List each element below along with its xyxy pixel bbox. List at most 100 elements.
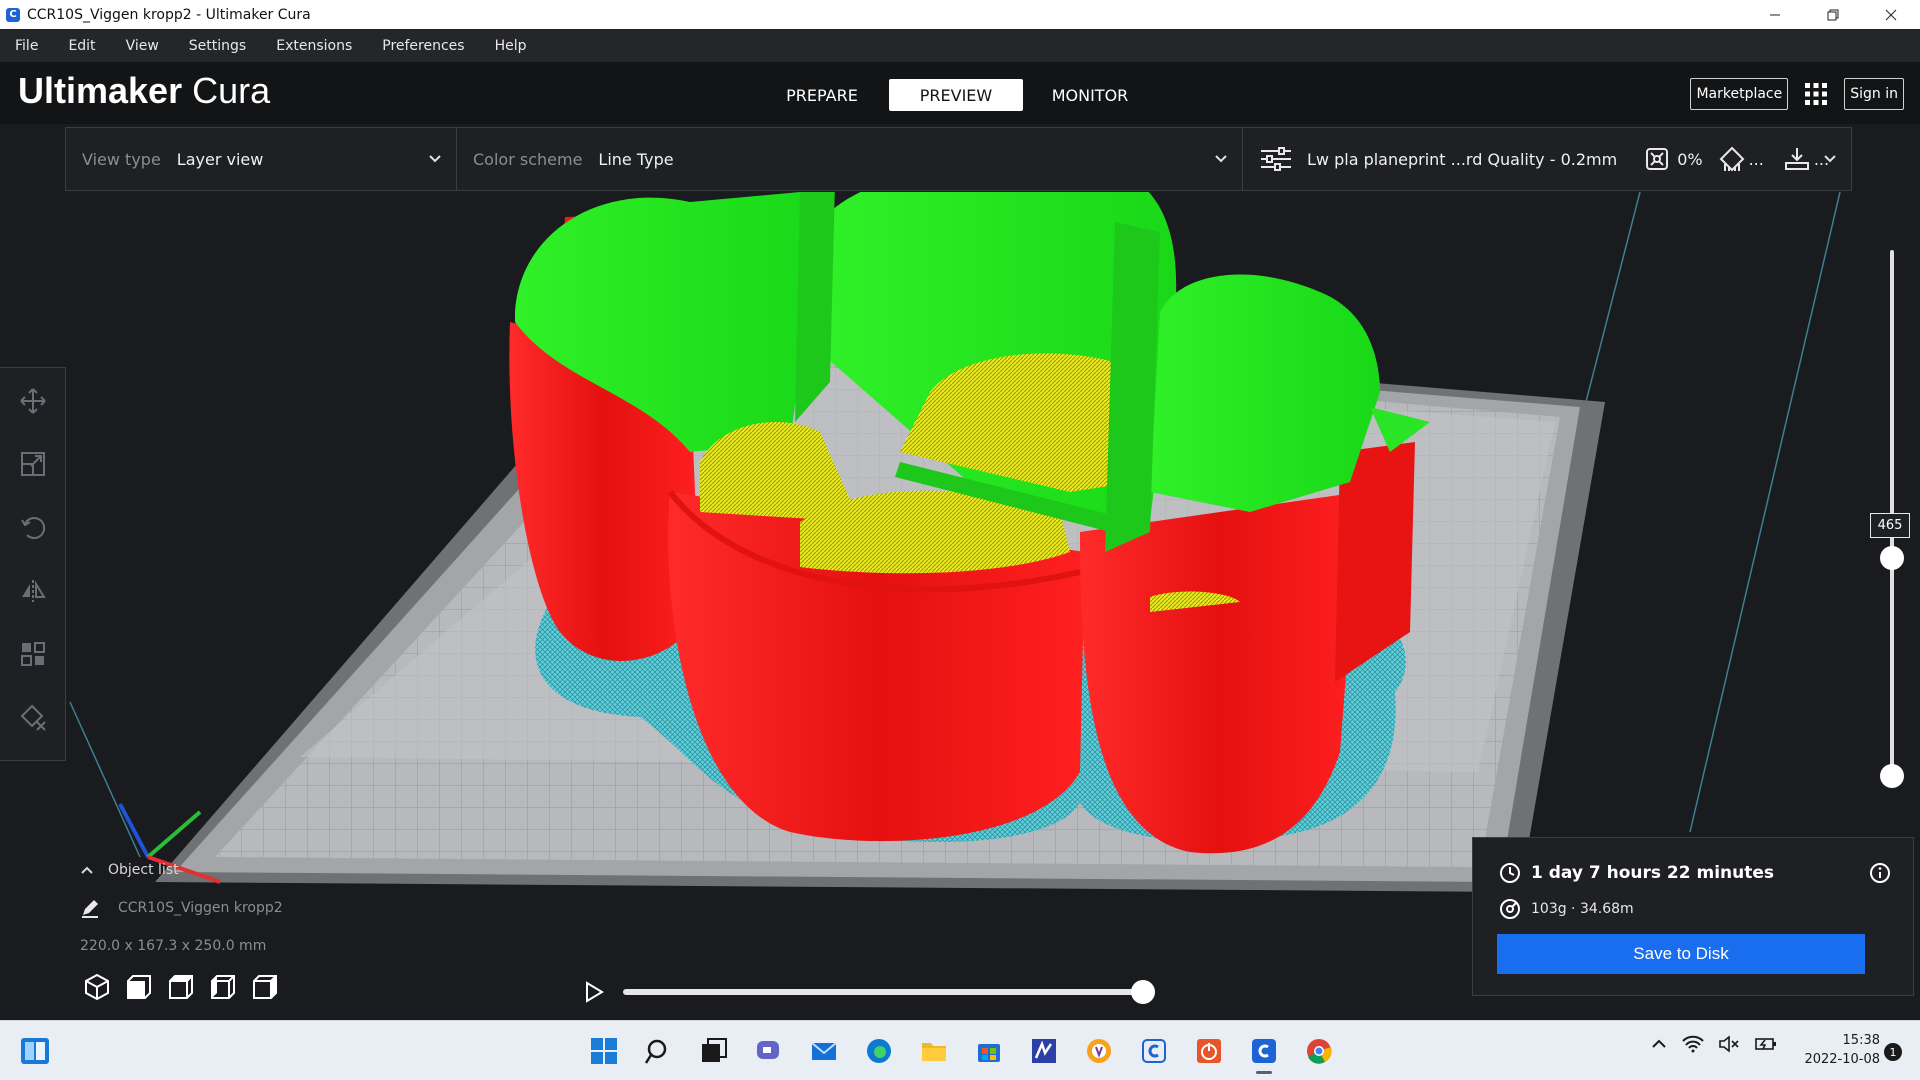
print-settings-selector[interactable]: Lw pla planeprint ...rd Quality - 0.2mm … — [1243, 128, 1851, 190]
color-scheme-dropdown[interactable]: Color scheme Line Type — [457, 128, 1243, 190]
search-icon — [645, 1039, 667, 1064]
location-app-button[interactable] — [1079, 1031, 1119, 1071]
menu-settings[interactable]: Settings — [178, 38, 257, 54]
marketplace-button[interactable]: Marketplace — [1690, 78, 1789, 110]
store-button[interactable] — [969, 1031, 1009, 1071]
brand-logo: Ultimaker Cura — [18, 70, 270, 112]
windows-taskbar: 15:38 2022-10-08 1 — [0, 1020, 1920, 1080]
window-title: CCR10S_Viggen kropp2 - Ultimaker Cura — [27, 6, 311, 23]
pencil-icon — [82, 900, 98, 918]
window-controls — [1746, 0, 1920, 29]
menu-help[interactable]: Help — [484, 38, 538, 54]
folder-icon — [922, 1043, 946, 1061]
view-top-button[interactable] — [166, 972, 196, 1002]
widgets-button[interactable] — [20, 1037, 50, 1069]
menu-preferences[interactable]: Preferences — [371, 38, 475, 54]
notification-badge[interactable]: 1 — [1884, 1043, 1902, 1061]
menu-extensions[interactable]: Extensions — [265, 38, 363, 54]
object-list-toggle[interactable]: Object list — [80, 862, 283, 878]
close-button[interactable] — [1862, 0, 1920, 29]
cura-blue-button[interactable] — [1134, 1031, 1174, 1071]
tab-preview[interactable]: PREVIEW — [889, 79, 1023, 111]
preview-toolbar: View type Layer view Color scheme Line T… — [65, 127, 1852, 191]
sign-in-button[interactable]: Sign in — [1844, 78, 1904, 110]
infill-percentage: 0% — [1677, 149, 1703, 169]
apps-grid-icon — [1805, 83, 1828, 105]
simulation-handle[interactable] — [1131, 980, 1155, 1004]
apps-grid-button[interactable] — [1798, 78, 1834, 110]
current-layer-input[interactable]: 465 — [1870, 513, 1910, 538]
wifi-icon[interactable] — [1682, 1035, 1704, 1053]
cube-3d-icon — [85, 973, 109, 1001]
menu-file[interactable]: File — [4, 38, 49, 54]
widgets-icon — [21, 1038, 49, 1064]
tray-chevron-up-icon[interactable] — [1650, 1035, 1668, 1053]
scale-tool-button[interactable] — [11, 443, 55, 485]
material-usage: 103g · 34.68m — [1531, 901, 1634, 917]
info-icon[interactable] — [1869, 862, 1891, 884]
battery-charging-icon[interactable] — [1754, 1035, 1778, 1053]
edge-button[interactable] — [859, 1031, 899, 1071]
taskbar-apps — [584, 1031, 1339, 1074]
clock-icon — [1500, 863, 1520, 883]
start-button[interactable] — [584, 1031, 624, 1071]
mirror-icon — [21, 580, 46, 603]
layer-slider-upper-handle[interactable] — [1880, 546, 1904, 570]
task-view-button[interactable] — [694, 1031, 734, 1071]
object-dimensions: 220.0 x 167.3 x 250.0 mm — [80, 938, 267, 954]
object-name: CCR10S_Viggen kropp2 — [118, 900, 283, 916]
minimize-button[interactable] — [1746, 0, 1804, 29]
cube-right-icon — [253, 975, 277, 999]
support-blocker-button[interactable] — [11, 697, 55, 739]
cube-front-icon — [127, 975, 151, 999]
cura-taskbar-button[interactable] — [1244, 1031, 1284, 1074]
simulation-player — [583, 978, 1163, 1006]
tab-monitor[interactable]: MONITOR — [1023, 79, 1157, 111]
search-button[interactable] — [639, 1031, 679, 1071]
app-header: Ultimaker Cura PREPARE PREVIEW MONITOR Ma… — [0, 62, 1920, 124]
object-list-panel: Object list CCR10S_Viggen kropp2 220.0 x… — [80, 862, 283, 954]
menu-view[interactable]: View — [115, 38, 170, 54]
view-3d-button[interactable] — [82, 972, 112, 1002]
color-scheme-value: Line Type — [598, 149, 674, 169]
chrome-button[interactable] — [1299, 1031, 1339, 1071]
mirror-tool-button[interactable] — [11, 570, 55, 612]
taskbar-clock[interactable]: 15:38 2022-10-08 — [1804, 1031, 1880, 1069]
chrome-icon — [1307, 1039, 1332, 1064]
view-front-button[interactable] — [124, 972, 154, 1002]
clock-time: 15:38 — [1842, 1033, 1880, 1048]
object-name-row[interactable]: CCR10S_Viggen kropp2 — [80, 898, 283, 918]
power-app-button[interactable] — [1189, 1031, 1229, 1071]
layer-slider-lower-handle[interactable] — [1880, 764, 1904, 788]
mail-button[interactable] — [804, 1031, 844, 1071]
cube-top-icon — [169, 975, 193, 999]
restore-button[interactable] — [1804, 0, 1862, 29]
cura-icon — [1252, 1039, 1276, 1063]
file-explorer-button[interactable] — [914, 1031, 954, 1071]
teams-chat-button[interactable] — [749, 1031, 789, 1071]
settings-sliders-icon — [1261, 147, 1291, 171]
title-bar: C CCR10S_Viggen kropp2 - Ultimaker Cura — [0, 0, 1920, 29]
move-tool-button[interactable] — [11, 380, 55, 422]
view-left-button[interactable] — [208, 972, 238, 1002]
infill-icon — [1646, 148, 1669, 170]
tab-prepare[interactable]: PREPARE — [755, 79, 889, 111]
view-right-button[interactable] — [250, 972, 280, 1002]
simulation-track[interactable] — [623, 989, 1143, 995]
view-type-dropdown[interactable]: View type Layer view — [66, 128, 457, 190]
system-tray — [1650, 1035, 1778, 1053]
menu-edit[interactable]: Edit — [57, 38, 106, 54]
per-model-settings-button[interactable] — [11, 633, 55, 675]
chevron-up-icon — [81, 866, 93, 874]
speaker-muted-icon[interactable] — [1718, 1035, 1740, 1053]
stage-tabs: PREPARE PREVIEW MONITOR — [755, 79, 1157, 111]
support-icon — [1719, 146, 1744, 172]
save-to-disk-button[interactable]: Save to Disk — [1497, 934, 1865, 974]
rotate-tool-button[interactable] — [11, 507, 55, 549]
clock-date: 2022-10-08 — [1804, 1052, 1880, 1067]
math-app-button[interactable] — [1024, 1031, 1064, 1071]
store-icon — [978, 1044, 1000, 1062]
cura-alt-icon — [1142, 1039, 1166, 1063]
menu-bar: File Edit View Settings Extensions Prefe… — [0, 29, 1920, 62]
play-icon[interactable] — [583, 980, 605, 1004]
